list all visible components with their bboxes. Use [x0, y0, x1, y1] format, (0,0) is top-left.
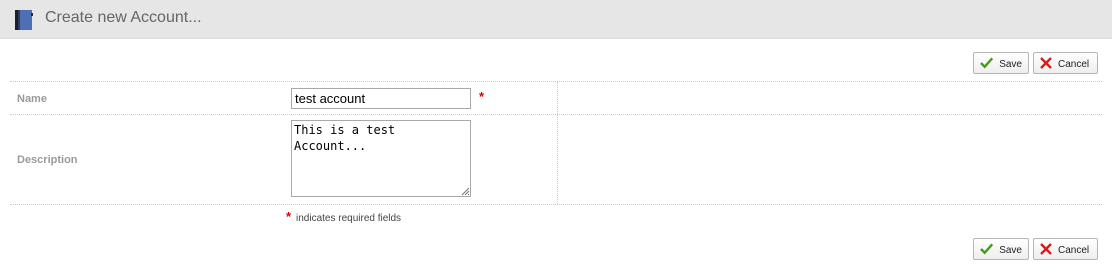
- page-header: Create new Account...: [0, 0, 1112, 39]
- checkmark-icon: [980, 57, 994, 69]
- required-star: *: [479, 89, 485, 104]
- cancel-button-bottom[interactable]: Cancel: [1033, 238, 1098, 260]
- cancel-button[interactable]: Cancel: [1033, 52, 1098, 74]
- name-label: Name: [17, 93, 47, 105]
- description-textarea[interactable]: This is a test Account...: [291, 120, 471, 197]
- save-button-bottom[interactable]: Save: [973, 238, 1029, 260]
- save-button-label: Save: [999, 58, 1022, 70]
- create-account-dialog: Create new Account... Save Cancel Name *…: [0, 0, 1112, 278]
- address-book-icon: [15, 10, 33, 30]
- form-top-divider: [10, 81, 1102, 82]
- page-title: Create new Account...: [45, 9, 202, 26]
- form-column-divider: [557, 82, 558, 204]
- save-button-label: Save: [999, 244, 1022, 256]
- resize-grip-icon[interactable]: [461, 187, 470, 196]
- x-icon: [1040, 243, 1052, 255]
- form-bottom-divider: [10, 204, 1102, 205]
- checkmark-icon: [980, 243, 994, 255]
- cancel-button-label: Cancel: [1058, 58, 1090, 70]
- name-input[interactable]: [291, 88, 471, 109]
- form-row-divider: [10, 114, 1102, 115]
- x-icon: [1040, 57, 1052, 69]
- required-note: indicates required fields: [296, 213, 402, 224]
- description-label: Description: [17, 154, 78, 166]
- save-button[interactable]: Save: [973, 52, 1029, 74]
- required-note-star: *: [286, 209, 292, 224]
- cancel-button-label: Cancel: [1058, 244, 1090, 256]
